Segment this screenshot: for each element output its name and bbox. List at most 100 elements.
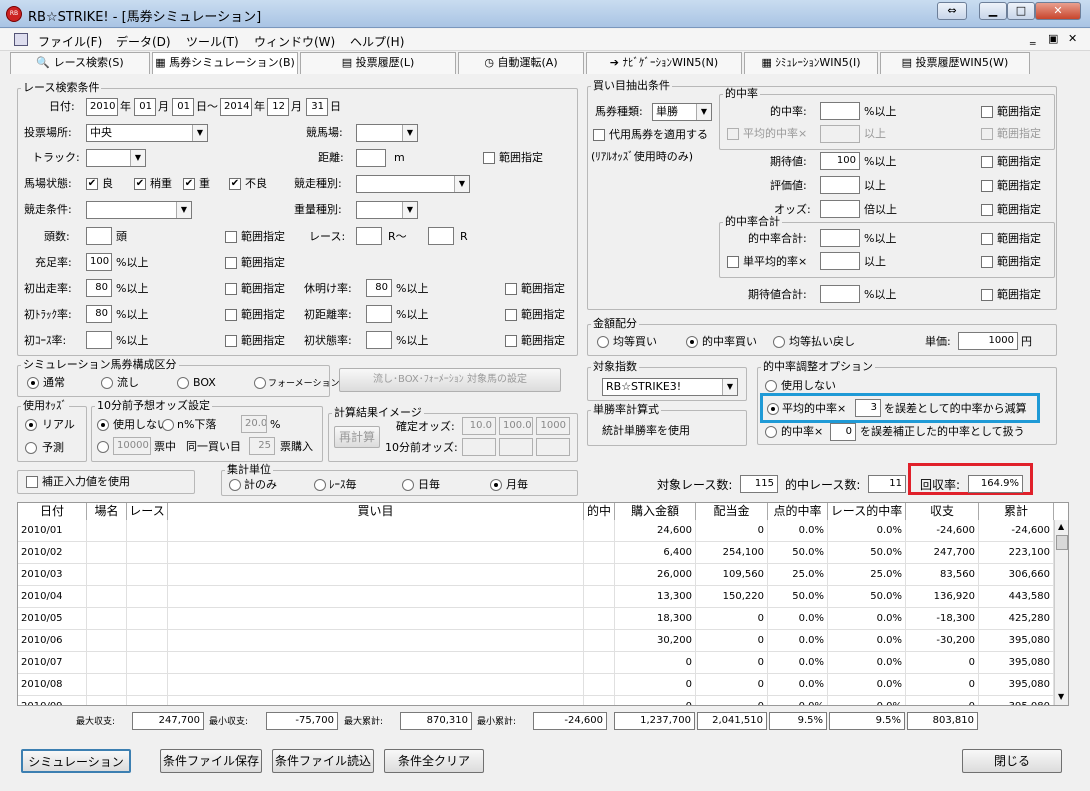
odds-predict-radio[interactable] xyxy=(25,442,37,454)
first-state-range-checkbox[interactable] xyxy=(505,335,517,347)
table-row[interactable]: 2010/06 30,200 0 0.0% 0.0% -30,200 395,080 xyxy=(18,630,1054,652)
comp-normal-radio[interactable] xyxy=(27,377,39,389)
bet-type-select[interactable]: 単勝 ▼ xyxy=(652,103,712,121)
pre10-count-field[interactable]: 25 xyxy=(249,437,275,455)
pre10-vote-radio[interactable] xyxy=(97,441,109,453)
first-course-range-checkbox[interactable] xyxy=(225,335,237,347)
tab-auto-run[interactable]: ◷ 自動運転(A) xyxy=(458,52,584,74)
table-row[interactable]: 2010/09000.0%0.0%0395,080 xyxy=(18,696,1054,705)
avg-hit-checkbox[interactable] xyxy=(727,128,739,140)
avg-hit-field[interactable] xyxy=(820,125,860,143)
expect-sum-field[interactable] xyxy=(820,285,860,303)
first-dist-range-checkbox[interactable] xyxy=(505,309,517,321)
table-row[interactable]: 2010/04 13,300 150,220 50.0% 50.0% 136,920 443… xyxy=(18,586,1054,608)
weight-type-select[interactable]: ▼ xyxy=(356,201,418,219)
recalc-button[interactable]: 再計算 xyxy=(334,426,380,448)
load-conditions-button[interactable]: 条件ファイル読込 xyxy=(272,749,374,773)
mdi-restore-icon[interactable]: ▣ xyxy=(1048,32,1058,45)
first-state-field[interactable] xyxy=(366,331,392,349)
race-cond-select[interactable]: ▼ xyxy=(86,201,192,219)
odds-field[interactable] xyxy=(820,200,860,218)
single-avg-range-checkbox[interactable] xyxy=(981,256,993,268)
hit-rate-range-checkbox[interactable] xyxy=(981,106,993,118)
race-to-field[interactable] xyxy=(428,227,454,245)
close-window-button[interactable]: ✕ xyxy=(1035,2,1081,20)
table-row[interactable]: 2010/03 26,000 109,560 25.0% 25.0% 83,560 306,… xyxy=(18,564,1054,586)
rest-field[interactable]: 80 xyxy=(366,279,392,297)
table-row[interactable]: 2010/02 6,400 254,100 50.0% 50.0% 247,700 223,… xyxy=(18,542,1054,564)
menu-data[interactable]: データ(D) xyxy=(116,33,171,50)
col-race-hit[interactable]: レース的中率 xyxy=(828,503,906,520)
minimize-button[interactable]: ▁ xyxy=(979,2,1007,20)
vertical-scrollbar[interactable]: ▲ ▼ xyxy=(1054,520,1068,705)
col-bet[interactable]: 買い目 xyxy=(168,503,584,520)
scroll-up-icon[interactable]: ▲ xyxy=(1058,522,1064,531)
menu-tools[interactable]: ツール(T) xyxy=(186,33,239,50)
table-row[interactable]: 2010/05 18,300 0 0.0% 0.0% -18,300 425,280 xyxy=(18,608,1054,630)
adjust-unused-radio[interactable] xyxy=(765,380,777,392)
heads-range-checkbox[interactable] xyxy=(225,231,237,243)
hit-rate-field[interactable] xyxy=(820,102,860,120)
menu-window[interactable]: ウィンドウ(W) xyxy=(254,33,335,50)
substitute-checkbox[interactable] xyxy=(593,129,605,141)
track-select[interactable]: ▼ xyxy=(86,149,146,167)
money-even-radio[interactable] xyxy=(597,336,609,348)
adjust-correct-radio[interactable] xyxy=(765,426,777,438)
restore-icon[interactable]: ⇔ xyxy=(937,2,967,20)
mdi-min-icon[interactable]: ‗ xyxy=(1030,32,1036,45)
table-row[interactable]: 2010/08 0 0 0.0% 0.0% 0 395,080 xyxy=(18,674,1054,696)
eval-field[interactable] xyxy=(820,176,860,194)
adjust-subtract-field[interactable]: 3 xyxy=(855,399,881,417)
agg-month-radio[interactable] xyxy=(490,479,502,491)
to-day-field[interactable]: 31 xyxy=(306,98,328,116)
target-index-select[interactable]: RB☆STRIKE3! ▼ xyxy=(602,378,738,396)
first-track-field[interactable]: 80 xyxy=(86,305,112,323)
comp-box-radio[interactable] xyxy=(177,377,189,389)
col-date[interactable]: 日付 xyxy=(18,503,87,520)
agg-total-radio[interactable] xyxy=(229,479,241,491)
to-month-field[interactable]: 12 xyxy=(267,98,289,116)
tab-vote-history-win5[interactable]: ▤ 投票履歴WIN5(W) xyxy=(880,52,1030,74)
single-avg-checkbox[interactable] xyxy=(727,256,739,268)
tab-race-search[interactable]: 🔍 レース検索(S) xyxy=(10,52,150,74)
avg-hit-range-checkbox[interactable] xyxy=(981,128,993,140)
col-race[interactable]: レース xyxy=(127,503,168,520)
rest-range-checkbox[interactable] xyxy=(505,283,517,295)
menu-help[interactable]: ヘルプ(H) xyxy=(350,33,404,50)
odds-range-checkbox[interactable] xyxy=(981,204,993,216)
fill-rate-range-checkbox[interactable] xyxy=(225,257,237,269)
first-run-range-checkbox[interactable] xyxy=(225,283,237,295)
agg-day-radio[interactable] xyxy=(402,479,414,491)
from-day-field[interactable]: 01 xyxy=(172,98,194,116)
expect-sum-range-checkbox[interactable] xyxy=(981,289,993,301)
col-venue[interactable]: 場名 xyxy=(87,503,127,520)
race-from-field[interactable] xyxy=(356,227,382,245)
comp-formation-radio[interactable] xyxy=(254,377,266,389)
adjust-subtract-radio[interactable] xyxy=(767,403,779,415)
condition-good-checkbox[interactable]: ✔ xyxy=(86,178,98,190)
col-balance[interactable]: 収支 xyxy=(906,503,979,520)
hit-sum-field[interactable] xyxy=(820,229,860,247)
pre10-unused-radio[interactable] xyxy=(97,419,109,431)
col-purchase[interactable]: 購入金額 xyxy=(615,503,696,520)
col-payout[interactable]: 配当金 xyxy=(696,503,768,520)
to-year-field[interactable]: 2014 xyxy=(220,98,252,116)
table-row[interactable]: 2010/07 0 0 0.0% 0.0% 0 395,080 xyxy=(18,652,1054,674)
distance-field[interactable] xyxy=(356,149,386,167)
scroll-down-icon[interactable]: ▼ xyxy=(1058,692,1064,701)
condition-bad-checkbox[interactable]: ✔ xyxy=(229,178,241,190)
race-type-select[interactable]: ▼ xyxy=(356,175,470,193)
first-run-field[interactable]: 80 xyxy=(86,279,112,297)
tab-navigation-win5[interactable]: ➔ ﾅﾋﾞｹﾞｰｼｮﾝWIN5(N) xyxy=(586,52,742,74)
table-row[interactable]: 2010/01 24,600 0 0.0% 0.0% -24,600 -24,600 xyxy=(18,520,1054,542)
simulate-button[interactable]: シミュレーション xyxy=(21,749,131,773)
from-month-field[interactable]: 01 xyxy=(134,98,156,116)
venue-select[interactable]: 中央 ▼ xyxy=(86,124,208,142)
hit-sum-range-checkbox[interactable] xyxy=(981,233,993,245)
correction-checkbox[interactable] xyxy=(26,476,38,488)
track-place-select[interactable]: ▼ xyxy=(356,124,418,142)
money-hit-radio[interactable] xyxy=(686,336,698,348)
comp-nagashi-radio[interactable] xyxy=(101,377,113,389)
scroll-thumb[interactable] xyxy=(1056,535,1068,550)
single-avg-field[interactable] xyxy=(820,252,860,270)
